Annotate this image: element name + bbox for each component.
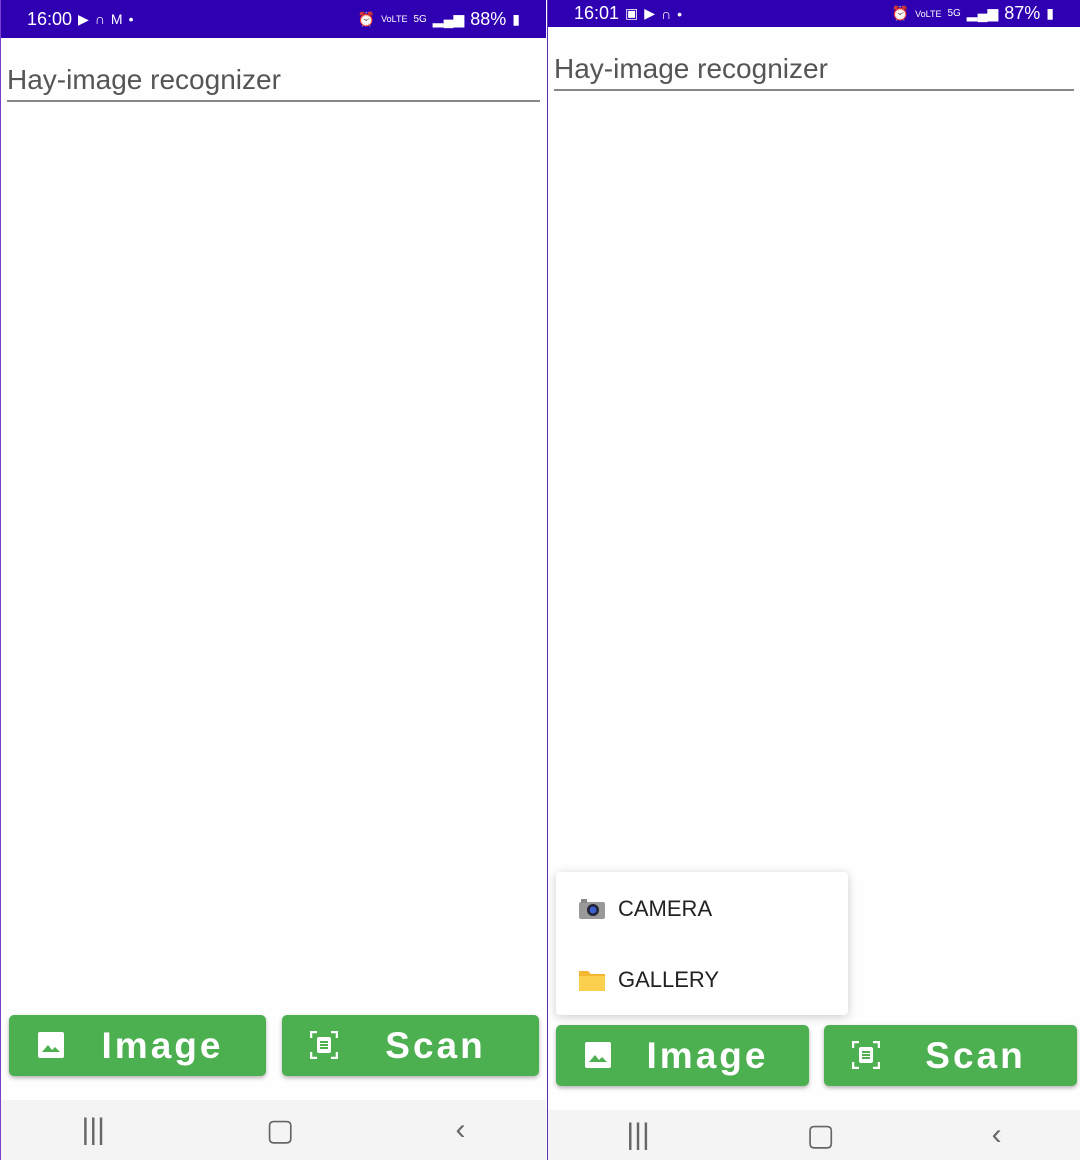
signal-icon: ▂▄▆ — [432, 10, 465, 27]
back-icon[interactable]: ‹ — [992, 1118, 1002, 1152]
folder-icon — [579, 971, 605, 991]
image-button-label: Image — [646, 1034, 769, 1076]
volte-icon: VoLTE — [381, 14, 408, 24]
battery-percent: 87% — [1004, 3, 1041, 23]
recent-apps-icon[interactable]: ||| — [82, 1113, 105, 1147]
volte-icon: VoLTE — [915, 8, 942, 19]
home-icon[interactable]: ▢ — [807, 1118, 835, 1153]
alarm-icon: ⏰ — [891, 5, 910, 21]
alarm-icon: ⏰ — [357, 10, 376, 27]
dot-icon: • — [677, 5, 683, 22]
title-input[interactable]: Hay-image recognizer — [7, 64, 540, 102]
battery-percent: 88% — [470, 8, 507, 29]
menu-item-gallery[interactable]: GALLERY — [578, 967, 719, 993]
headphones-icon: ∩ — [94, 11, 105, 27]
back-icon[interactable]: ‹ — [455, 1113, 465, 1147]
screen-after: 16:01 ▣ ▶ ∩ • ⏰ VoLTE 5G ▂▄▆ 87% ▮ Hay-image reco… — [547, 0, 1080, 1160]
menu-item-camera[interactable]: CAMERA — [578, 896, 712, 922]
menu-item-label: GALLERY — [618, 967, 720, 992]
home-icon[interactable]: ▢ — [266, 1113, 294, 1148]
menu-item-label: CAMERA — [618, 896, 713, 921]
recent-apps-icon[interactable]: ||| — [626, 1118, 649, 1152]
status-bar: 16:00 ▶ ∩ M • ⏰ VoLTE 5G ▂▄▆ 88% ▮ — [1, 0, 546, 38]
status-bar: 16:01 ▣ ▶ ∩ • ⏰ VoLTE 5G ▂▄▆ 87% ▮ — [548, 0, 1080, 27]
5g-icon: 5G — [413, 13, 427, 25]
gmail-icon: M — [110, 11, 123, 27]
scan-button-label: Scan — [385, 1024, 486, 1066]
image-button[interactable]: Image — [556, 1025, 809, 1086]
image-button[interactable]: Image — [9, 1015, 266, 1076]
screen-before: 16:00 ▶ ∩ M • ⏰ VoLTE 5G ▂▄▆ 88% ▮ Hay-image reco… — [0, 0, 546, 1160]
signal-icon: ▂▄▆ — [966, 5, 999, 21]
gallery-icon: ▣ — [625, 5, 639, 21]
navigation-bar: ||| ▢ ‹ — [548, 1110, 1080, 1160]
5g-icon: 5G — [947, 8, 961, 19]
battery-icon: ▮ — [512, 10, 520, 27]
navigation-bar: ||| ▢ ‹ — [1, 1100, 546, 1160]
scan-button-label: Scan — [925, 1034, 1026, 1076]
youtube-icon: ▶ — [78, 10, 89, 27]
battery-icon: ▮ — [1046, 5, 1054, 21]
youtube-icon: ▶ — [644, 5, 656, 21]
clock: 16:01 — [574, 3, 620, 23]
scan-button[interactable]: Scan — [824, 1025, 1077, 1086]
dot-icon: • — [128, 11, 134, 27]
headphones-icon: ∩ — [661, 5, 672, 22]
image-button-label: Image — [101, 1024, 224, 1066]
scan-button[interactable]: Scan — [282, 1015, 539, 1076]
clock: 16:00 — [27, 8, 73, 29]
title-input[interactable]: Hay-image recognizer — [554, 53, 1074, 91]
camera-icon — [579, 899, 605, 919]
image-source-menu: CAMERA GALLERY — [556, 872, 848, 1015]
